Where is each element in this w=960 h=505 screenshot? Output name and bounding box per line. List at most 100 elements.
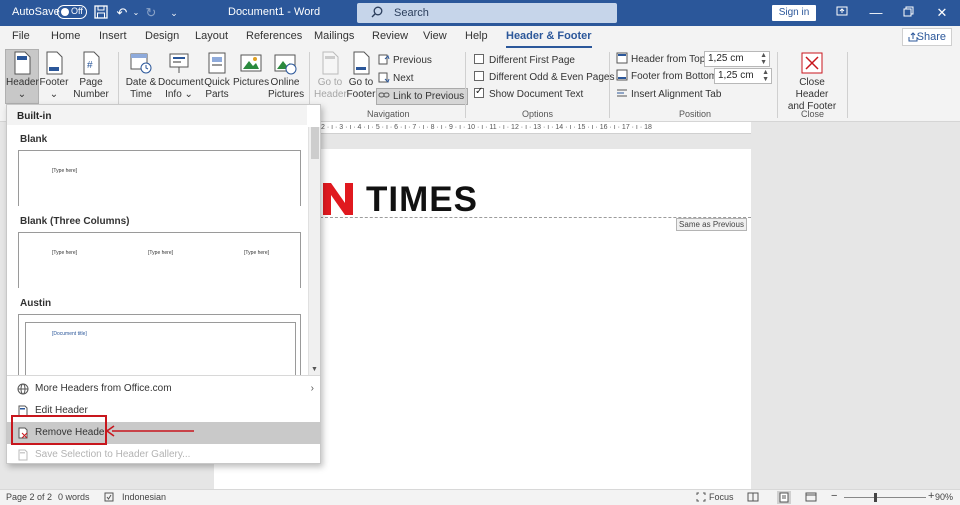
highlight-arrow-icon	[105, 425, 194, 437]
placeholder-text: [Document title]	[52, 331, 87, 337]
separator	[847, 52, 848, 118]
pictures-button[interactable]: Pictures	[233, 50, 269, 89]
tab-references[interactable]: References	[246, 30, 302, 42]
minimize-icon[interactable]: —	[866, 3, 886, 23]
print-layout-icon[interactable]	[777, 491, 791, 504]
header-dropdown: Built-in Blank [Type here] Blank (Three …	[6, 104, 321, 464]
date-time-button[interactable]: Date & Time	[123, 50, 159, 101]
gallery-item-title: Blank	[20, 134, 48, 145]
footer-position-icon	[616, 69, 628, 81]
tab-insert[interactable]: Insert	[99, 30, 127, 42]
status-bar: Page 2 of 2 0 words Indonesian Focus − +…	[0, 489, 960, 505]
svg-text:#: #	[87, 60, 93, 71]
header-from-top-value: 1,25 cm	[708, 53, 744, 64]
undo-dropdown-icon[interactable]: ⌄	[128, 5, 144, 21]
search-placeholder: Search	[394, 7, 429, 19]
header-from-top-label: Header from Top:	[631, 54, 709, 65]
show-document-text-checkbox[interactable]: Show Document Text	[474, 86, 583, 100]
tab-home[interactable]: Home	[51, 30, 80, 42]
tab-layout[interactable]: Layout	[195, 30, 228, 42]
online-pictures-button[interactable]: Online Pictures	[268, 50, 305, 101]
gallery-scrollbar[interactable]: ▼	[308, 127, 320, 375]
focus-label[interactable]: Focus	[709, 492, 734, 502]
menu-save-selection[interactable]: Save Selection to Header Gallery...	[7, 444, 320, 466]
gallery-item-blank-three-columns[interactable]: [Type here] [Type here] [Type here]	[18, 232, 301, 288]
footer-from-bottom-input[interactable]: 1,25 cm ▲ ▼	[714, 68, 772, 84]
chevron-right-icon: ›	[310, 383, 314, 394]
previous-button[interactable]: Previous	[378, 53, 432, 68]
close-header-footer-button[interactable]: Close Header and Footer	[783, 50, 841, 113]
different-odd-even-checkbox[interactable]: Different Odd & Even Pages	[474, 71, 614, 83]
sign-in-button[interactable]: Sign in	[772, 5, 816, 21]
read-mode-icon[interactable]	[747, 492, 759, 504]
footer-button[interactable]: Footer ⌄	[39, 50, 69, 101]
different-first-page-checkbox[interactable]: Different First Page	[474, 54, 575, 66]
different-first-page-label: Different First Page	[489, 55, 575, 66]
checkbox-box-checked	[474, 86, 484, 98]
next-icon	[378, 71, 390, 83]
scroll-down-icon[interactable]: ▼	[311, 366, 318, 373]
header-from-top-input[interactable]: 1,25 cm ▲ ▼	[704, 51, 770, 67]
footer-arrow: ⌄	[49, 89, 59, 100]
restore-icon[interactable]	[898, 3, 918, 23]
zoom-in-icon[interactable]: +	[928, 490, 934, 502]
word-count[interactable]: 0 words	[58, 492, 90, 502]
gallery-item-title: Blank (Three Columns)	[20, 216, 130, 227]
language[interactable]: Indonesian	[122, 492, 166, 502]
go-to-header-button[interactable]: Go to Header	[314, 50, 347, 101]
ruler-margin	[751, 122, 960, 134]
proofing-icon[interactable]	[104, 492, 114, 504]
tab-file[interactable]: File	[12, 30, 30, 42]
document-info-button[interactable]: Document Info ⌄	[158, 50, 204, 101]
title-bar: AutoSave Off ↶ ⌄ ↻ ⌄ Document1 - Word Se…	[0, 0, 960, 26]
next-button[interactable]: Next	[378, 71, 414, 86]
gallery-item-austin[interactable]: [Document title]	[18, 314, 301, 375]
separator	[777, 52, 778, 118]
document-info-label-2: Info ⌄	[165, 89, 193, 100]
link-to-previous-button[interactable]: Link to Previous	[376, 88, 469, 105]
insert-alignment-tab-button[interactable]: Insert Alignment Tab	[616, 87, 721, 102]
tab-header-footer[interactable]: Header & Footer	[506, 30, 592, 48]
placeholder-text: [Type here]	[148, 250, 174, 256]
tab-help[interactable]: Help	[465, 30, 488, 42]
save-selection-icon	[18, 449, 28, 461]
zoom-out-icon[interactable]: −	[831, 490, 837, 502]
date-time-label-2: Time	[130, 89, 152, 100]
tab-mailings[interactable]: Mailings	[314, 30, 354, 42]
web-layout-icon[interactable]	[805, 492, 817, 504]
search-box[interactable]: Search	[357, 3, 617, 23]
close-header-footer-label: Close Header	[795, 77, 829, 100]
next-label: Next	[393, 73, 414, 84]
separator	[465, 52, 466, 118]
gallery-item-blank[interactable]: [Type here]	[18, 150, 301, 206]
zoom-level[interactable]: 90%	[935, 492, 953, 502]
pictures-icon	[240, 54, 262, 72]
spin-arrows-icon[interactable]: ▲ ▼	[760, 52, 767, 66]
redo-icon[interactable]: ↻	[143, 5, 159, 21]
go-to-header-label-2: Header	[314, 89, 347, 100]
focus-icon[interactable]	[696, 492, 706, 504]
zoom-slider-knob[interactable]	[874, 493, 877, 502]
customize-toolbar-icon[interactable]: ⌄	[166, 5, 182, 21]
ribbon-display-icon[interactable]	[832, 3, 852, 23]
autosave-toggle[interactable]: Off	[57, 5, 87, 19]
share-button[interactable]: Share	[902, 28, 952, 46]
horizontal-ruler[interactable]: 2 · ı · 3 · ı · 4 · ı · 5 · ı · 6 · ı · …	[321, 122, 751, 134]
header-button[interactable]: Header ⌄	[5, 49, 39, 104]
zoom-slider-track[interactable]	[844, 497, 926, 498]
tab-design[interactable]: Design	[145, 30, 179, 42]
ribbon-tabs: File Home Insert Design Layout Reference…	[0, 26, 960, 48]
scrollbar-thumb[interactable]	[311, 127, 319, 159]
page-count[interactable]: Page 2 of 2	[6, 492, 52, 502]
menu-more-headers[interactable]: More Headers from Office.com ›	[7, 378, 320, 400]
go-to-footer-label: Go to	[348, 77, 374, 88]
close-window-icon[interactable]: ✕	[932, 3, 952, 23]
online-pictures-label-2: Pictures	[268, 89, 305, 100]
document-info-icon	[169, 53, 189, 73]
save-icon[interactable]	[93, 5, 109, 21]
tab-review[interactable]: Review	[372, 30, 408, 42]
built-in-section-title: Built-in	[7, 105, 307, 125]
go-to-footer-button[interactable]: Go to Footer	[345, 50, 377, 101]
spin-arrows-icon[interactable]: ▲ ▼	[762, 69, 769, 83]
tab-view[interactable]: View	[423, 30, 447, 42]
